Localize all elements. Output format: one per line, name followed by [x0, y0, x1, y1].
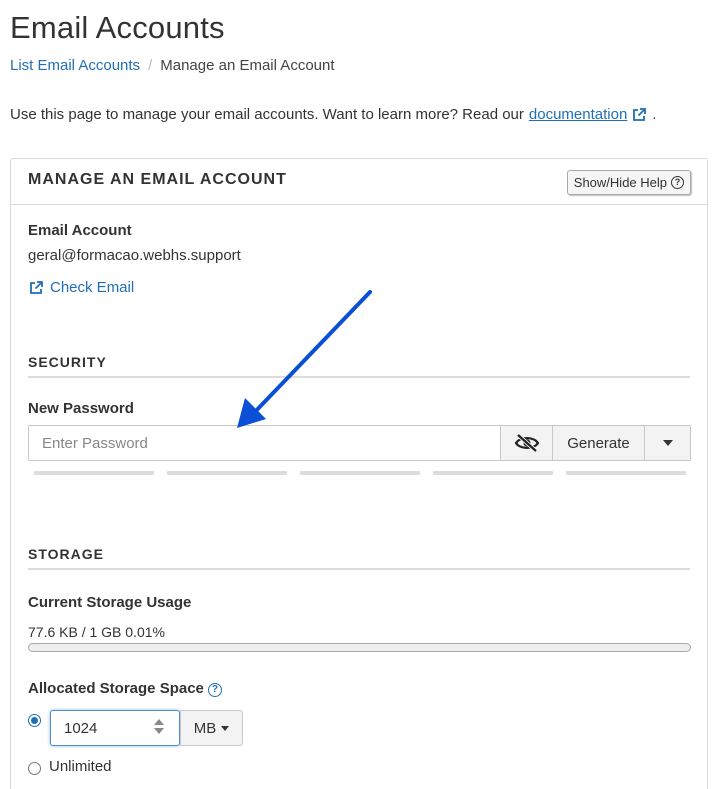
breadcrumb-current: Manage an Email Account: [160, 57, 335, 74]
custom-quota-radio[interactable]: [28, 714, 41, 727]
storage-usage-progress-bar: [28, 643, 691, 652]
email-account-value: geral@formacao.webhs.support: [28, 247, 241, 264]
documentation-link[interactable]: documentation: [529, 106, 627, 123]
panel-header: MANAGE AN EMAIL ACCOUNT Show/Hide Help ?: [11, 159, 707, 205]
strength-segment: [566, 471, 686, 475]
quota-number-input[interactable]: 1024: [50, 710, 180, 746]
breadcrumb-separator: /: [148, 57, 153, 74]
help-question-icon[interactable]: ?: [207, 683, 222, 697]
unlimited-label: Unlimited: [49, 758, 112, 775]
breadcrumb: List Email Accounts / Manage an Email Ac…: [10, 57, 335, 74]
intro-period: .: [652, 106, 657, 123]
caret-down-icon: [662, 440, 673, 446]
show-hide-help-button[interactable]: Show/Hide Help ?: [566, 170, 691, 195]
quota-unit-label: MB: [193, 719, 217, 737]
caret-down-icon: [221, 725, 230, 731]
password-input-group: Generate: [28, 425, 691, 461]
strength-segment: [34, 471, 154, 475]
security-divider: [28, 376, 690, 378]
strength-segment: [167, 471, 287, 475]
email-account-label: Email Account: [28, 222, 132, 239]
new-password-input[interactable]: [29, 426, 500, 460]
password-options-dropdown[interactable]: [644, 426, 690, 460]
toggle-password-visibility-button[interactable]: [500, 426, 552, 460]
quota-spinner[interactable]: [154, 719, 164, 734]
spinner-down-icon[interactable]: [154, 728, 164, 734]
password-strength-meter: [34, 471, 686, 475]
strength-segment: [300, 471, 420, 475]
current-storage-usage-label: Current Storage Usage: [28, 594, 192, 611]
manage-email-account-panel: MANAGE AN EMAIL ACCOUNT Show/Hide Help ?…: [10, 158, 708, 789]
help-button-label: Show/Hide Help: [573, 175, 667, 190]
allocated-storage-label-text: Allocated Storage Space: [28, 680, 204, 697]
new-password-label: New Password: [28, 400, 134, 417]
strength-segment: [433, 471, 553, 475]
eye-slash-icon: [514, 433, 539, 453]
quota-unit-dropdown[interactable]: MB: [180, 710, 243, 746]
spinner-up-icon[interactable]: [154, 719, 164, 725]
storage-divider: [28, 568, 690, 570]
security-section-title: SECURITY: [28, 354, 107, 370]
panel-title: MANAGE AN EMAIL ACCOUNT: [28, 171, 287, 188]
check-email-label: Check Email: [50, 279, 135, 296]
breadcrumb-link-list-email-accounts[interactable]: List Email Accounts: [10, 57, 140, 74]
intro-sentence: Use this page to manage your email accou…: [10, 106, 524, 123]
external-link-icon: [30, 280, 43, 294]
external-link-icon[interactable]: [631, 107, 647, 123]
check-email-link[interactable]: Check Email: [28, 279, 134, 296]
storage-section-title: STORAGE: [28, 546, 104, 562]
allocated-storage-label: Allocated Storage Space?: [28, 680, 222, 697]
unlimited-quota-radio[interactable]: [28, 762, 41, 775]
quota-value: 1024: [64, 719, 98, 737]
generate-password-button[interactable]: Generate: [552, 426, 644, 460]
current-storage-usage-value: 77.6 KB / 1 GB 0.01%: [28, 624, 165, 640]
question-circle-icon: ?: [671, 176, 684, 189]
page-title: Email Accounts: [10, 10, 225, 45]
intro-text: Use this page to manage your email accou…: [10, 106, 656, 123]
